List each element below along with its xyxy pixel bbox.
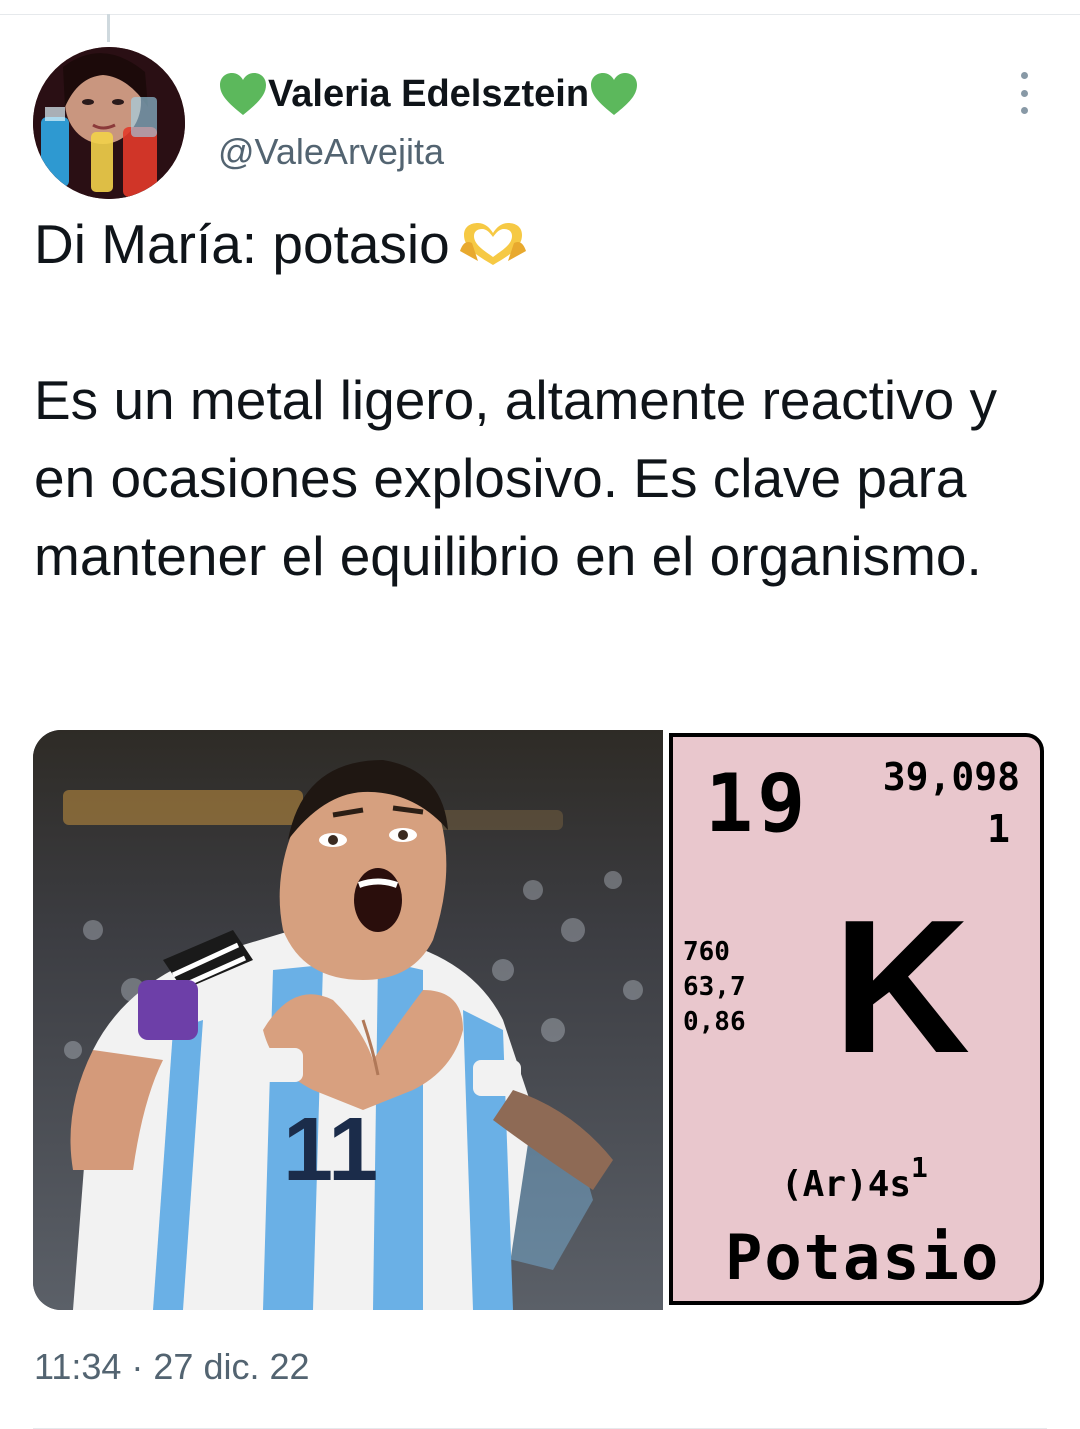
- more-options-icon[interactable]: [1004, 72, 1044, 114]
- electron-configuration: (Ar)4s1: [781, 1151, 928, 1205]
- tweet-text: Di María: potasio Es un metal ligero, al…: [34, 205, 1054, 595]
- property-value: 760: [683, 937, 730, 967]
- avatar[interactable]: [33, 47, 185, 199]
- periodic-element-card[interactable]: 19 39,098 1 760 63,7 0,86 K (Ar)4s1 Pota…: [666, 730, 1047, 1310]
- tweet-line-2: Es un metal ligero, altamente reactivo y…: [34, 369, 997, 587]
- element-properties: 760 63,7 0,86: [683, 935, 746, 1040]
- green-heart-icon: [591, 73, 638, 115]
- tweet-timestamp[interactable]: 11:34 · 27 dic. 22: [34, 1346, 310, 1388]
- user-handle[interactable]: @ValeArvejita: [218, 131, 444, 173]
- display-name-row[interactable]: Valeria Edelsztein: [218, 66, 639, 122]
- property-value: 0,86: [683, 1007, 746, 1037]
- thread-connector: [107, 14, 110, 42]
- valence: 1: [987, 807, 1010, 851]
- jersey-number: 11: [283, 1100, 378, 1200]
- display-name: Valeria Edelsztein: [268, 72, 590, 115]
- top-divider: [0, 14, 1080, 15]
- element-card-frame: 19 39,098 1 760 63,7 0,86 K (Ar)4s1 Pota…: [669, 733, 1044, 1305]
- player-photo[interactable]: 11: [33, 730, 663, 1310]
- element-name: Potasio: [725, 1221, 1001, 1294]
- heart-hands-icon: [459, 223, 526, 265]
- tweet-line-1: Di María: potasio: [34, 205, 1054, 283]
- green-heart-icon: [220, 73, 266, 115]
- property-value: 63,7: [683, 972, 746, 1002]
- element-symbol: K: [833, 881, 971, 1093]
- media-attachment[interactable]: 11 19 39,098 1 760 63,7 0,86 K (Ar)4s1 P…: [33, 730, 1047, 1310]
- atomic-number: 19: [705, 757, 810, 850]
- atomic-mass: 39,098: [882, 755, 1020, 799]
